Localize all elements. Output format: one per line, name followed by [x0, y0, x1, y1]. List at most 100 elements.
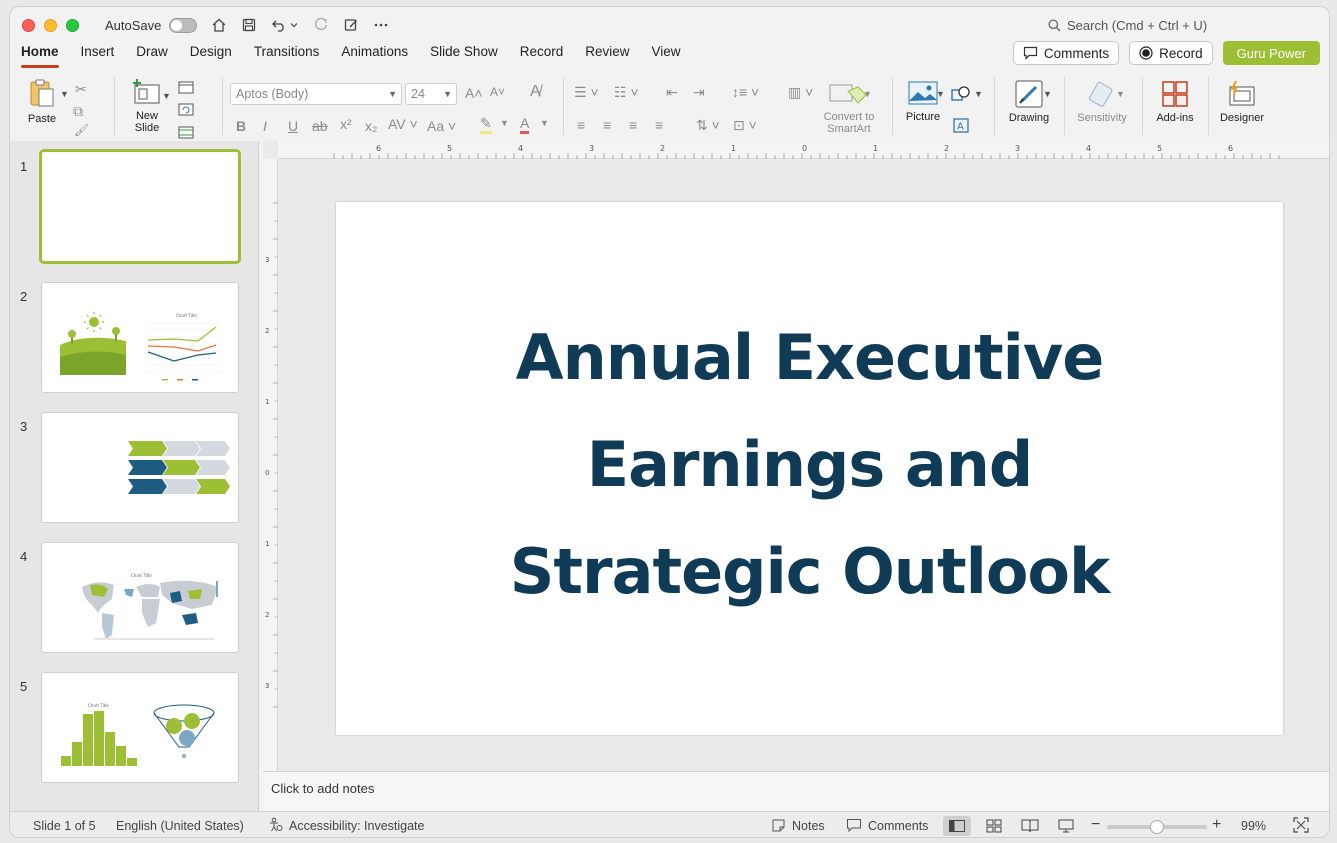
- text-direction-icon[interactable]: ⇅ ˅: [696, 117, 720, 134]
- drawing-dropdown-icon[interactable]: ▼: [1043, 89, 1052, 99]
- new-slide-button[interactable]: New Slide: [124, 77, 170, 134]
- maximize-window-button[interactable]: [66, 18, 79, 32]
- zoom-out-button[interactable]: −: [1091, 816, 1100, 834]
- language-indicator[interactable]: English (United States): [116, 819, 244, 833]
- guru-power-button[interactable]: Guru Power: [1222, 41, 1320, 65]
- autosave-toggle[interactable]: [169, 17, 198, 33]
- notes-toggle[interactable]: Notes: [792, 819, 825, 833]
- columns-icon[interactable]: ▥ ˅: [788, 84, 813, 101]
- zoom-slider[interactable]: [1107, 820, 1207, 834]
- tab-draw[interactable]: Draw: [125, 43, 179, 69]
- smartart-icon[interactable]: [828, 83, 868, 107]
- superscript-icon[interactable]: x²: [340, 116, 352, 132]
- increase-indent-icon[interactable]: ⇥: [693, 84, 705, 101]
- tab-view[interactable]: View: [641, 43, 692, 69]
- align-right-icon[interactable]: ≡: [629, 117, 637, 133]
- align-text-icon[interactable]: ⊡ ˅: [733, 117, 757, 134]
- tab-animations[interactable]: Animations: [330, 43, 419, 69]
- justify-icon[interactable]: ≡: [655, 117, 663, 133]
- font-color-icon[interactable]: A: [520, 115, 530, 134]
- close-window-button[interactable]: [22, 18, 35, 32]
- comments-button[interactable]: Comments: [1012, 41, 1120, 65]
- slide-thumbnail-2[interactable]: Chart Title: [41, 282, 239, 393]
- paste-button[interactable]: Paste: [22, 77, 62, 125]
- font-name-select[interactable]: Aptos (Body) ▼: [230, 83, 402, 105]
- slide-thumbnail-4[interactable]: Chart Title: [41, 542, 239, 653]
- notes-pane[interactable]: Click to add notes: [263, 771, 1329, 811]
- home-icon[interactable]: [211, 17, 227, 33]
- tab-transitions[interactable]: Transitions: [243, 43, 331, 69]
- shapes-icon[interactable]: [951, 85, 971, 103]
- tab-home[interactable]: Home: [10, 43, 70, 69]
- slide-thumbnail-1[interactable]: [39, 149, 241, 264]
- designer-button[interactable]: Designer: [1216, 79, 1268, 124]
- current-slide-canvas[interactable]: Annual Executive Earnings and Strategic …: [336, 202, 1283, 735]
- convert-smartart-button[interactable]: Convert to SmartArt: [814, 111, 884, 135]
- cut-icon[interactable]: ✂: [75, 81, 87, 98]
- edit-document-icon[interactable]: [343, 17, 359, 33]
- undo-icon[interactable]: [271, 17, 287, 33]
- shapes-dropdown-icon[interactable]: ▼: [974, 89, 983, 99]
- redo-icon[interactable]: [313, 17, 329, 33]
- minimize-window-button[interactable]: [44, 18, 57, 32]
- slide-thumbnail-pane[interactable]: 1 2 Chart Title 3 4 Chart Title 5 Chart …: [10, 141, 259, 811]
- layout-icon[interactable]: [178, 81, 194, 94]
- text-box-icon[interactable]: A: [953, 118, 969, 133]
- slide-thumbnail-5[interactable]: Chart Title: [41, 672, 239, 783]
- copy-icon[interactable]: ⧉: [73, 103, 83, 120]
- record-button[interactable]: Record: [1129, 41, 1213, 65]
- format-painter-icon[interactable]: 🖌: [74, 123, 89, 137]
- section-icon[interactable]: [178, 126, 194, 139]
- sensitivity-dropdown-icon[interactable]: ▼: [1116, 89, 1125, 99]
- undo-dropdown-icon[interactable]: [289, 17, 299, 33]
- slide-title[interactable]: Annual Executive Earnings and Strategic …: [336, 304, 1283, 625]
- tab-slide-show[interactable]: Slide Show: [419, 43, 509, 69]
- picture-button[interactable]: Picture: [900, 81, 946, 123]
- slide-sorter-button[interactable]: [980, 816, 1008, 836]
- slide-thumbnail-3[interactable]: [41, 412, 239, 523]
- slide-show-button[interactable]: [1052, 816, 1080, 836]
- numbering-icon[interactable]: ☷ ˅: [614, 84, 639, 101]
- bullets-icon[interactable]: ☰ ˅: [574, 84, 599, 101]
- zoom-slider-thumb[interactable]: [1150, 820, 1164, 834]
- drawing-button[interactable]: Drawing: [1004, 79, 1054, 124]
- save-icon[interactable]: [241, 17, 257, 33]
- zoom-in-button[interactable]: +: [1212, 816, 1221, 834]
- decrease-indent-icon[interactable]: ⇤: [666, 84, 678, 101]
- tab-insert[interactable]: Insert: [70, 43, 126, 69]
- bold-icon[interactable]: B: [236, 118, 246, 134]
- strikethrough-icon[interactable]: ab: [312, 118, 328, 134]
- zoom-level[interactable]: 99%: [1241, 819, 1266, 833]
- sensitivity-button[interactable]: Sensitivity: [1072, 79, 1132, 124]
- paste-dropdown-icon[interactable]: ▼: [60, 89, 69, 99]
- tab-review[interactable]: Review: [574, 43, 640, 69]
- character-spacing-icon[interactable]: AV ˅: [388, 116, 418, 132]
- reset-slide-icon[interactable]: [178, 103, 194, 116]
- subscript-icon[interactable]: x₂: [365, 118, 377, 134]
- font-size-select[interactable]: 24 ▼: [405, 83, 457, 105]
- normal-view-button[interactable]: [943, 816, 971, 836]
- italic-icon[interactable]: I: [263, 118, 267, 134]
- picture-dropdown-icon[interactable]: ▼: [936, 89, 945, 99]
- accessibility-status[interactable]: Accessibility: Investigate: [289, 819, 424, 833]
- increase-font-icon[interactable]: A˄: [465, 85, 483, 101]
- font-color-dropdown-icon[interactable]: ▼: [540, 118, 549, 128]
- slide-editing-area[interactable]: 6 5 4 3 2 1 0 1 2 3 4 5 6 3 2 1 0 1 2 3 Annual Executive E…: [263, 141, 1329, 771]
- highlight-icon[interactable]: ✎: [480, 115, 492, 134]
- more-options-icon[interactable]: [373, 17, 389, 33]
- fit-to-window-icon[interactable]: [1293, 817, 1309, 836]
- addins-button[interactable]: Add-ins: [1150, 79, 1200, 124]
- tab-design[interactable]: Design: [179, 43, 243, 69]
- change-case-icon[interactable]: Aa ˅: [427, 118, 456, 134]
- underline-icon[interactable]: U: [288, 118, 298, 134]
- tab-record[interactable]: Record: [509, 43, 575, 69]
- reading-view-button[interactable]: [1016, 816, 1044, 836]
- new-slide-dropdown-icon[interactable]: ▼: [162, 91, 171, 101]
- line-spacing-icon[interactable]: ↕≡ ˅: [732, 84, 759, 100]
- comments-toggle[interactable]: Comments: [868, 819, 928, 833]
- decrease-font-icon[interactable]: A˅: [490, 85, 505, 99]
- smartart-dropdown-icon[interactable]: ▼: [863, 89, 872, 99]
- search-field[interactable]: Search (Cmd + Ctrl + U): [1048, 18, 1207, 33]
- align-left-icon[interactable]: ≡: [577, 117, 585, 133]
- highlight-dropdown-icon[interactable]: ▼: [500, 118, 509, 128]
